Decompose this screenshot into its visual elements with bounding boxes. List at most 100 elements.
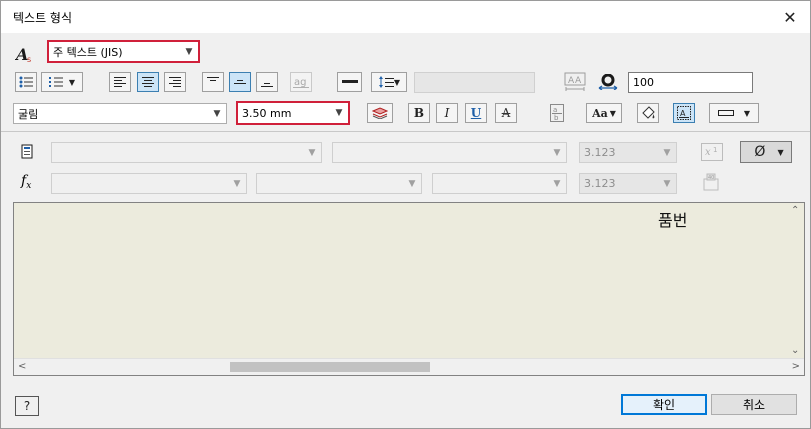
chevron-down-icon: ▼ [68, 77, 76, 87]
width-scale-icon [598, 74, 618, 90]
help-icon: ? [23, 399, 31, 413]
svg-text:a: a [553, 106, 557, 114]
text-style-icon: A s [15, 45, 35, 63]
scroll-up-icon[interactable]: ⌃ [791, 205, 799, 216]
scroll-down-icon[interactable]: ⌄ [791, 345, 799, 356]
chevron-down-icon: ▼ [553, 178, 561, 189]
bullet-list-icon [19, 76, 33, 88]
vertical-scrollbar[interactable]: ⌃ ⌄ [787, 203, 804, 358]
svg-text:1: 1 [713, 146, 717, 154]
numbered-list-button[interactable]: ▼ [41, 72, 83, 92]
add-parameter-button[interactable]: x1 [699, 141, 725, 163]
text-editor[interactable]: 품번 ⌃ ⌄ < > [13, 202, 805, 376]
bullet-list-button[interactable] [15, 72, 37, 92]
align-top-button[interactable] [202, 72, 224, 92]
parameter-dropdown[interactable]: ▼ [332, 142, 567, 163]
italic-button[interactable]: I [436, 103, 458, 123]
bold-label: B [413, 106, 425, 120]
align-top-icon [207, 77, 219, 81]
parameter-icon [21, 144, 35, 160]
chevron-down-icon: ▼ [185, 46, 193, 57]
chevron-down-icon: ▼ [743, 108, 751, 118]
ok-button[interactable]: 확인 [621, 394, 707, 415]
frame-icon: A [677, 106, 691, 120]
title-bar: 텍스트 형식 ✕ [1, 1, 810, 33]
scroll-left-icon[interactable]: < [18, 361, 26, 372]
chevron-down-icon: ▼ [777, 147, 784, 157]
line-weight-button[interactable] [337, 72, 362, 92]
font-dropdown[interactable]: 굴림 ▼ [13, 103, 227, 124]
svg-text:s: s [27, 55, 31, 63]
chevron-down-icon: ▼ [609, 108, 616, 118]
strikethrough-label: A [501, 106, 511, 120]
function-parameter-dropdown[interactable]: ▼ [432, 173, 567, 194]
align-center-button[interactable] [137, 72, 159, 92]
font-size-value: 3.50 mm [242, 106, 292, 120]
baseline-icon: ag [293, 77, 309, 88]
fit-text-icon: AA [564, 72, 586, 91]
scroll-right-icon[interactable]: > [792, 361, 800, 372]
chevron-down-icon: ▼ [663, 178, 671, 189]
precision-value: 3.123 [584, 146, 616, 159]
align-middle-icon [234, 80, 246, 84]
align-right-button[interactable] [164, 72, 186, 92]
symbol-button[interactable]: Ø ▼ [740, 141, 792, 163]
cancel-button[interactable]: 취소 [711, 394, 797, 415]
function-icon: fx [21, 173, 32, 191]
underline-button[interactable]: U [465, 103, 487, 123]
align-bottom-button[interactable] [256, 72, 278, 92]
case-label: Aa [592, 106, 608, 120]
function-precision-dropdown[interactable]: 3.123 ▼ [579, 173, 677, 194]
line-spacing-dropdown[interactable] [414, 72, 535, 93]
chevron-down-icon: ▼ [393, 77, 401, 87]
align-middle-button[interactable] [229, 72, 251, 92]
horizontal-scrollbar[interactable]: < > [14, 358, 804, 375]
svg-text:b: b [554, 114, 559, 122]
horizontal-scroll-thumb[interactable] [230, 362, 430, 372]
cancel-label: 취소 [742, 398, 766, 412]
align-center-icon [142, 77, 154, 87]
editor-content[interactable]: 품번 [658, 207, 687, 231]
toolbar-divider [1, 131, 810, 132]
text-style-dropdown[interactable]: 주 텍스트 (JIS) ▼ [47, 40, 200, 63]
function-dropdown[interactable]: ▼ [256, 173, 422, 194]
svg-text:A: A [680, 109, 686, 118]
line-spacing-button[interactable]: ▼ [371, 72, 407, 92]
case-button[interactable]: Aa ▼ [586, 103, 622, 123]
fit-text-button[interactable]: AA [562, 70, 588, 94]
bold-button[interactable]: B [408, 103, 430, 123]
chevron-down-icon: ▼ [233, 178, 241, 189]
align-right-icon [169, 77, 181, 87]
stack-button[interactable]: ab [546, 102, 568, 124]
parameter-source-dropdown[interactable]: ▼ [51, 142, 322, 163]
font-value: 굴림 [18, 107, 39, 121]
close-button[interactable]: ✕ [770, 1, 810, 33]
line-spacing-icon [378, 76, 394, 88]
baseline-button[interactable]: ag [290, 72, 312, 92]
help-button[interactable]: ? [15, 396, 39, 416]
line-weight-icon [341, 80, 358, 83]
width-scale-input[interactable]: 100 [628, 72, 753, 93]
numbered-list-icon [48, 77, 63, 87]
function-category-dropdown[interactable]: ▼ [51, 173, 247, 194]
strikethrough-button[interactable]: A [495, 103, 517, 123]
frame-style-button[interactable]: ▼ [709, 103, 759, 123]
chevron-down-icon: ▼ [335, 108, 343, 118]
chevron-down-icon: ▼ [408, 178, 416, 189]
layers-icon [372, 107, 388, 119]
background-fill-button[interactable] [637, 103, 659, 123]
frame-style-icon [717, 110, 734, 116]
font-size-dropdown[interactable]: 3.50 mm ▼ [236, 101, 350, 125]
svg-text:A: A [568, 76, 575, 86]
svg-text:x: x [705, 147, 711, 158]
frame-button[interactable]: A [673, 103, 695, 123]
align-left-icon [114, 77, 126, 87]
diameter-symbol: Ø [754, 144, 766, 160]
insert-parameter-icon: x1 [701, 143, 723, 161]
precision-dropdown[interactable]: 3.123 ▼ [579, 142, 677, 163]
align-left-button[interactable] [109, 72, 131, 92]
svg-text:40: 40 [708, 175, 714, 181]
insert-function-button[interactable]: 40 [699, 171, 725, 193]
stack-icon: ab [550, 104, 564, 122]
layers-button[interactable] [367, 103, 393, 123]
